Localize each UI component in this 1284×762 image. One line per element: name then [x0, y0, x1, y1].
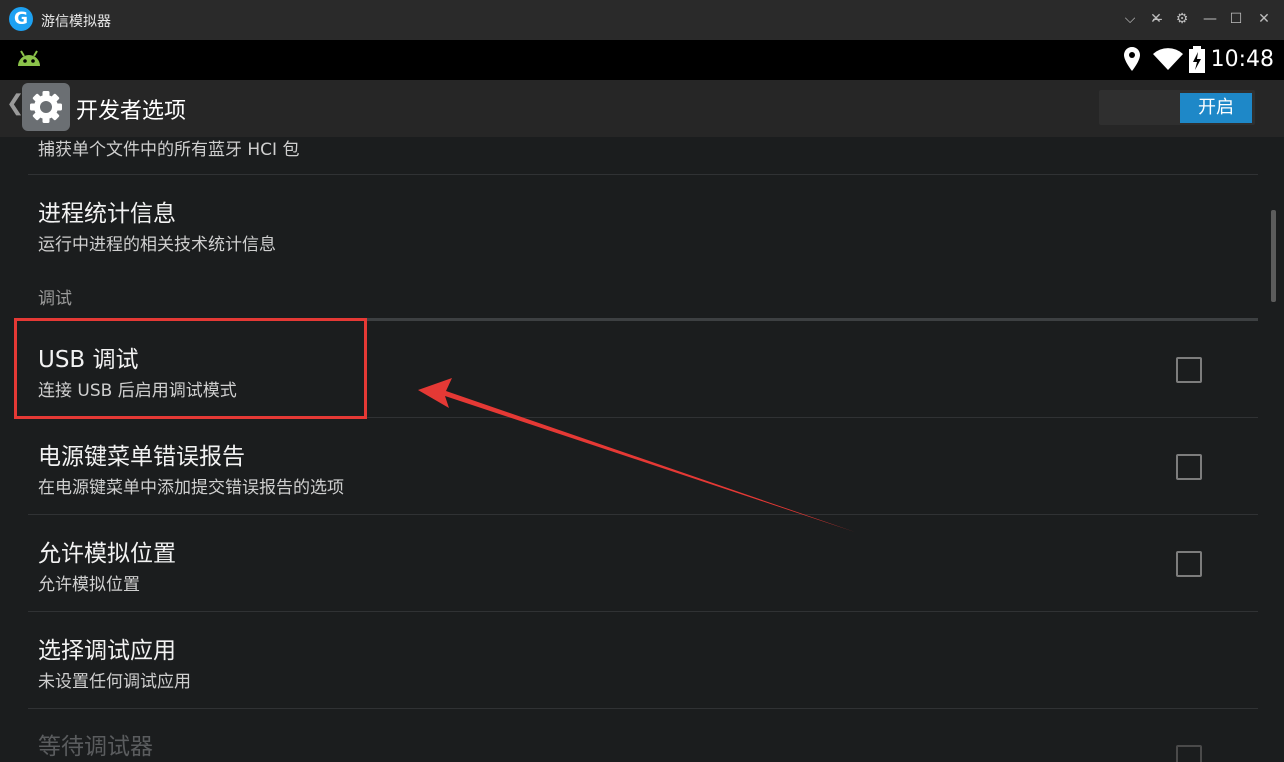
annotation-arrow: [418, 378, 855, 532]
